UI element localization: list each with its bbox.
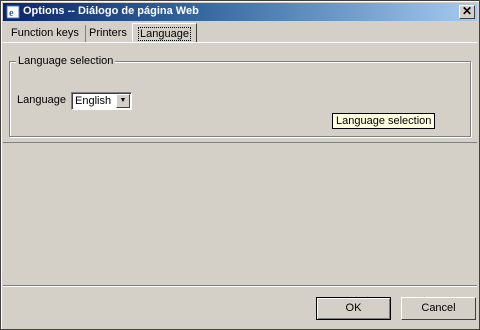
tab-label: Language [138,27,191,41]
tab-panel-bottom-edge [3,142,477,143]
tab-label: Printers [89,27,127,39]
footer-separator [3,285,477,287]
tab-function-keys[interactable]: Function keys [5,25,86,42]
svg-text:e: e [9,8,14,19]
window-title: Options -- Diálogo de página Web [23,5,199,17]
language-select[interactable]: English ▼ [71,92,132,110]
tab-label: Function keys [11,27,79,39]
tab-panel-top-edge [3,42,477,43]
tab-strip: Function keys Printers Language [3,23,477,43]
close-button[interactable]: ✕ [459,5,475,19]
language-label: Language [17,94,66,106]
tab-language[interactable]: Language [132,23,197,43]
tooltip: Language selection [332,113,436,129]
chevron-down-icon[interactable]: ▼ [116,94,130,108]
options-dialog: e Options -- Diálogo de página Web ✕ Fun… [0,0,480,330]
group-legend: Language selection [16,55,116,67]
language-select-value: English [75,95,112,107]
tab-printers[interactable]: Printers [83,25,134,42]
cancel-button[interactable]: Cancel [401,297,476,320]
ok-button[interactable]: OK [316,297,391,320]
ie-icon: e [6,5,20,19]
close-icon: ✕ [461,4,473,18]
title-bar[interactable]: e Options -- Diálogo de página Web ✕ [3,3,477,21]
